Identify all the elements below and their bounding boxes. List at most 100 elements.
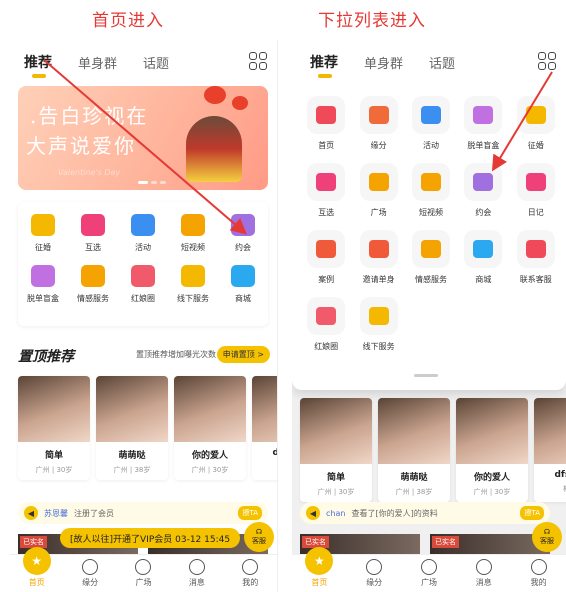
- dropdown-item[interactable]: 短视频: [405, 163, 457, 218]
- menu-item-0-1[interactable]: 互选: [71, 214, 115, 253]
- dropdown-item-icon: [307, 297, 346, 335]
- tab-bar-item[interactable]: 消息: [175, 559, 219, 588]
- profile-card[interactable]: dfsafs 柳州: [534, 398, 566, 502]
- dropdown-item-label: 短视频: [418, 208, 443, 217]
- marriage-icon: [31, 214, 55, 236]
- grid-menu-icon[interactable]: [249, 52, 267, 70]
- home-screen: 推荐 单身群 话题 .告白珍视在 大声说爱你 Valentine's Day 征…: [10, 40, 278, 592]
- menu-item-0-4[interactable]: 约会: [221, 214, 265, 253]
- dropdown-item-icon: [307, 96, 346, 134]
- top-tabs: 推荐 单身群 话题: [24, 50, 267, 78]
- tab-recommend[interactable]: 推荐: [310, 52, 338, 78]
- verified-tag: 已实名: [20, 536, 47, 548]
- dropdown-item[interactable]: 商城: [457, 230, 509, 285]
- tab-bar-item[interactable]: 缘分: [352, 559, 396, 588]
- profile-cards: 简单广州 | 30岁萌萌哒广州 | 38岁你的爱人广州 | 30岁dfsafs柳…: [300, 398, 566, 502]
- dropdown-item[interactable]: 红娘圈: [300, 297, 352, 352]
- speaker-icon: ◀: [306, 506, 320, 520]
- dropdown-item[interactable]: 邀请单身: [352, 230, 404, 285]
- tab-bar-item[interactable]: ★ 首页: [15, 547, 59, 588]
- dropdown-item-icon: [516, 163, 555, 201]
- video-icon: [181, 214, 205, 236]
- menu-item-1-3[interactable]: 线下服务: [171, 265, 215, 304]
- tab-bar-item[interactable]: 广场: [121, 559, 165, 588]
- profile-card[interactable]: 萌萌哒 广州 | 38岁: [96, 376, 168, 480]
- grid-menu-icon[interactable]: [538, 52, 556, 70]
- customer-service-label: 客服: [252, 537, 266, 545]
- profile-name: 简单: [326, 473, 345, 483]
- banner-subtitle: Valentine's Day: [58, 168, 121, 177]
- menu-item-1-2[interactable]: 红娘圈: [121, 265, 165, 304]
- tab-bar-item[interactable]: 我的: [228, 559, 272, 588]
- customer-service-button[interactable]: ☊ 客服: [244, 522, 274, 552]
- dropdown-item-icon: [359, 96, 398, 134]
- dropdown-item[interactable]: 线下服务: [352, 297, 404, 352]
- flirt-button[interactable]: 撩TA: [520, 506, 544, 520]
- tab-bar-label: 缘分: [366, 578, 383, 587]
- menu-item-1-0[interactable]: 脱单盲盒: [21, 265, 65, 304]
- balloon-icon: [131, 214, 155, 236]
- dropdown-item[interactable]: 案例: [300, 230, 352, 285]
- menu-item-1-4[interactable]: 商城: [221, 265, 265, 304]
- dropdown-item-icon: [307, 230, 346, 268]
- top-recommend-header: 置顶推荐 置顶推荐增加曝光次数 申请置顶 >: [18, 346, 270, 366]
- tab-bar-label: 我的: [530, 578, 547, 587]
- dropdown-item-label: 商城: [475, 275, 492, 284]
- customer-service-button[interactable]: ☊ 客服: [532, 522, 562, 552]
- dropdown-item-icon: [411, 96, 450, 134]
- panel-handle[interactable]: [414, 374, 438, 377]
- dropdown-item-icon: [516, 96, 555, 134]
- dropdown-item[interactable]: 日记: [510, 163, 562, 218]
- heart-icon: [81, 214, 105, 236]
- profile-card[interactable]: 简单 广州 | 30岁: [300, 398, 372, 502]
- carousel-dots: [138, 181, 166, 184]
- dropdown-item[interactable]: 征婚: [510, 96, 562, 151]
- dropdown-item[interactable]: 情感服务: [405, 230, 457, 285]
- tab-topics[interactable]: 话题: [143, 53, 169, 72]
- dropdown-item-icon: [464, 230, 503, 268]
- menu-item-0-0[interactable]: 征婚: [21, 214, 65, 253]
- activity-notice: ◀ 苏恩馨 注册了会员 撩TA: [18, 502, 268, 524]
- apply-top-button[interactable]: 申请置顶 >: [216, 346, 270, 363]
- counselor-icon: [81, 265, 105, 287]
- menu-item-0-3[interactable]: 短视频: [171, 214, 215, 253]
- tab-singles-group[interactable]: 单身群: [364, 53, 403, 72]
- profile-card[interactable]: 萌萌哒 广州 | 38岁: [378, 398, 450, 502]
- tab-bar-item[interactable]: 缘分: [68, 559, 112, 588]
- dropdown-item[interactable]: 互选: [300, 163, 352, 218]
- dropdown-item[interactable]: 约会: [457, 163, 509, 218]
- dropdown-item[interactable]: 联系客服: [510, 230, 562, 285]
- tab-recommend[interactable]: 推荐: [24, 52, 52, 78]
- profile-card[interactable]: dfsafs 柳州: [252, 376, 277, 480]
- dropdown-item[interactable]: 缘分: [352, 96, 404, 151]
- tab-bar-item[interactable]: 广场: [407, 559, 451, 588]
- profile-cards: 简单广州 | 30岁萌萌哒广州 | 38岁你的爱人广州 | 30岁dfsafs柳…: [18, 376, 277, 480]
- flirt-button[interactable]: 撩TA: [238, 506, 262, 520]
- menu-item-1-1[interactable]: 情感服务: [71, 265, 115, 304]
- dropdown-item[interactable]: 首页: [300, 96, 352, 151]
- tab-bar-label: 我的: [242, 578, 259, 587]
- banner-line2: 大声说爱你: [26, 134, 136, 158]
- customer-service-label: 客服: [540, 537, 554, 545]
- tab-bar-item[interactable]: 消息: [462, 559, 506, 588]
- couple-illustration: [186, 116, 242, 182]
- tab-topics[interactable]: 话题: [429, 53, 455, 72]
- tab-singles-group[interactable]: 单身群: [78, 53, 117, 72]
- promo-banner[interactable]: .告白珍视在 大声说爱你 Valentine's Day: [18, 86, 268, 190]
- profile-card[interactable]: 你的爱人 广州 | 30岁: [174, 376, 246, 480]
- notice-user[interactable]: 苏恩馨: [44, 508, 68, 519]
- dropdown-item[interactable]: 广场: [352, 163, 404, 218]
- matchmaker-icon: [131, 265, 155, 287]
- tab-bar-label: 首页: [311, 578, 328, 587]
- notice-user[interactable]: chan: [326, 509, 345, 518]
- dropdown-item[interactable]: 脱单盲盒: [457, 96, 509, 151]
- profile-card[interactable]: 你的爱人 广州 | 30岁: [456, 398, 528, 502]
- menu-item-0-2[interactable]: 活动: [121, 214, 165, 253]
- tab-bar-item[interactable]: ★ 首页: [297, 547, 341, 588]
- dropdown-item[interactable]: 活动: [405, 96, 457, 151]
- profile-card[interactable]: 简单 广州 | 30岁: [18, 376, 90, 480]
- tab-bar-item[interactable]: 我的: [517, 559, 561, 588]
- menu-item-label: 约会: [235, 243, 251, 252]
- profile-meta: 柳州: [534, 484, 566, 494]
- dropdown-item-icon: [411, 230, 450, 268]
